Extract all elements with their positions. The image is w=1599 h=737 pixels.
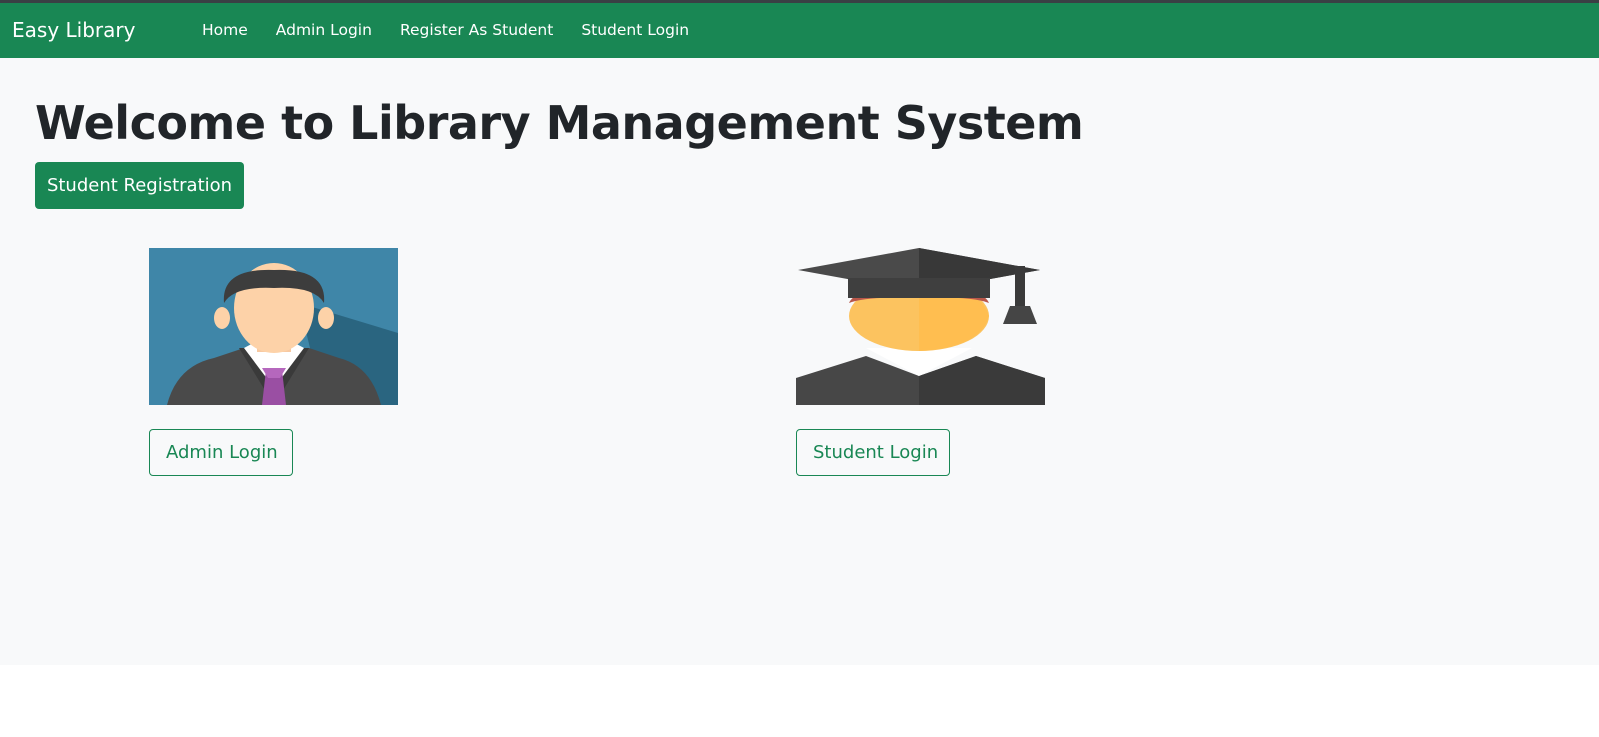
student-card: Student Login (796, 248, 1045, 476)
nav-links: Home Admin Login Register As Student Stu… (188, 3, 703, 58)
graduate-avatar-icon (796, 248, 1045, 405)
main-content: Welcome to Library Management System Stu… (0, 58, 1599, 665)
nav-link-student-login[interactable]: Student Login (567, 3, 703, 58)
nav-link-home[interactable]: Home (188, 3, 262, 58)
page-title: Welcome to Library Management System (35, 96, 1084, 150)
student-login-button[interactable]: Student Login (796, 429, 950, 476)
navbar-brand[interactable]: Easy Library (12, 3, 135, 58)
student-registration-button[interactable]: Student Registration (35, 162, 244, 209)
admin-avatar-icon (149, 248, 398, 405)
navbar: Easy Library Home Admin Login Register A… (0, 3, 1599, 58)
admin-card: Admin Login (149, 248, 398, 476)
nav-link-admin-login[interactable]: Admin Login (262, 3, 386, 58)
nav-link-register-student[interactable]: Register As Student (386, 3, 567, 58)
admin-login-button[interactable]: Admin Login (149, 429, 293, 476)
